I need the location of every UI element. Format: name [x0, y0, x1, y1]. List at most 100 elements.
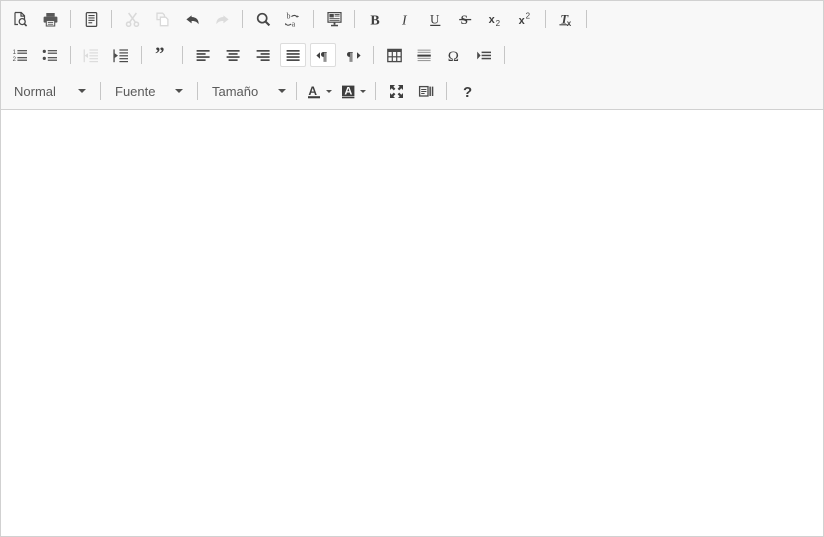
toolbar-group-insert: Ω — [379, 43, 499, 67]
superscript-button[interactable]: x 2 — [512, 7, 538, 31]
toolbar-separator — [141, 46, 142, 64]
remove-format-icon[interactable]: T x — [553, 7, 579, 31]
table-icon[interactable] — [381, 43, 407, 67]
svg-text:x: x — [488, 14, 495, 26]
toolbar-separator — [111, 10, 112, 28]
toolbar-group-indent — [76, 43, 136, 67]
show-blocks-icon[interactable] — [413, 79, 439, 103]
font-family-label: Fuente — [115, 83, 156, 99]
strike-button[interactable]: S — [452, 7, 478, 31]
svg-text:a: a — [291, 19, 295, 28]
help-icon[interactable]: ? — [454, 79, 480, 103]
svg-text:A: A — [308, 84, 317, 98]
toolbar-group-editing: b a — [248, 7, 308, 31]
find-icon[interactable] — [250, 7, 276, 31]
special-character-icon[interactable]: Ω — [441, 43, 467, 67]
align-center-icon[interactable] — [220, 43, 246, 67]
undo-icon[interactable] — [179, 7, 205, 31]
chevron-down-icon — [360, 89, 366, 93]
underline-button[interactable]: U — [422, 7, 448, 31]
toolbar-separator — [197, 82, 198, 100]
paragraph-format-dropdown[interactable]: Normal — [7, 78, 93, 104]
paragraph-format-label: Normal — [14, 83, 56, 99]
toolbar-group-font: Fuente — [106, 78, 192, 104]
toolbar-separator — [296, 82, 297, 100]
svg-text:¶: ¶ — [320, 48, 327, 63]
toolbar-group-basic-styles: B I U S x 2 x 2 — [360, 7, 540, 31]
bold-button[interactable]: B — [362, 7, 388, 31]
toolbar-group-styles: Normal — [5, 78, 95, 104]
toolbar-group-paste — [319, 7, 349, 31]
blockquote-icon[interactable]: ” — [149, 43, 175, 67]
toolbar-separator — [446, 82, 447, 100]
svg-text:2: 2 — [12, 57, 16, 63]
horizontal-rule-icon[interactable] — [411, 43, 437, 67]
toolbar-separator — [182, 46, 183, 64]
svg-text:?: ? — [463, 84, 472, 100]
toolbar-group-remove-format: T x — [551, 7, 581, 31]
svg-text:A: A — [344, 85, 352, 97]
toolbar-group-about: ? — [452, 79, 482, 103]
toolbar-group-templates — [76, 7, 106, 31]
chevron-down-icon — [175, 89, 184, 93]
toolbar-group-direction: ¶ ¶ — [308, 43, 368, 67]
toolbar-row-3: Normal Fuente Tamaño A A ? — [1, 73, 823, 109]
toolbar-separator — [70, 46, 71, 64]
cut-icon — [119, 7, 145, 31]
toolbar-group-blockquote: ” — [147, 43, 177, 67]
toolbar-separator — [373, 46, 374, 64]
toolbar-separator — [100, 82, 101, 100]
page-break-icon[interactable] — [471, 43, 497, 67]
italic-button[interactable]: I — [392, 7, 418, 31]
text-color-button[interactable]: A — [303, 78, 335, 104]
editor-content-area[interactable] — [1, 110, 823, 536]
print-icon[interactable] — [37, 7, 63, 31]
svg-text:Ω: Ω — [447, 49, 458, 64]
editor-toolbar: b a B I U S x 2 x 2 T x 1 2 ” ¶ ¶ Ω Norm… — [1, 1, 823, 110]
svg-text:x: x — [566, 19, 571, 28]
font-family-dropdown[interactable]: Fuente — [108, 78, 190, 104]
svg-text:x: x — [518, 15, 525, 27]
toolbar-group-colors: A A — [302, 78, 370, 104]
paste-from-word-icon[interactable] — [321, 7, 347, 31]
toolbar-group-fontsize: Tamaño — [203, 78, 291, 104]
text-direction-rtl-icon[interactable]: ¶ — [340, 43, 366, 67]
toolbar-separator — [70, 10, 71, 28]
toolbar-separator — [375, 82, 376, 100]
subscript-button[interactable]: x 2 — [482, 7, 508, 31]
svg-text:2: 2 — [495, 19, 500, 28]
toolbar-group-alignment — [188, 43, 308, 67]
background-color-button[interactable]: A — [337, 78, 369, 104]
preview-icon[interactable] — [7, 7, 33, 31]
align-justify-icon[interactable] — [280, 43, 306, 67]
svg-text:2: 2 — [525, 11, 530, 20]
maximize-icon[interactable] — [383, 79, 409, 103]
chevron-down-icon — [278, 89, 287, 93]
toolbar-separator — [504, 46, 505, 64]
replace-icon[interactable]: b a — [280, 7, 306, 31]
align-right-icon[interactable] — [250, 43, 276, 67]
svg-text:”: ” — [155, 47, 165, 64]
indent-icon[interactable] — [108, 43, 134, 67]
svg-text:U: U — [430, 11, 440, 26]
svg-text:¶: ¶ — [346, 48, 353, 63]
toolbar-separator — [354, 10, 355, 28]
bulleted-list-icon[interactable] — [37, 43, 63, 67]
text-color-icon: A — [308, 84, 320, 98]
toolbar-row-2: 1 2 ” ¶ ¶ Ω — [1, 37, 823, 73]
outdent-icon — [78, 43, 104, 67]
chevron-down-icon — [78, 89, 86, 93]
align-left-icon[interactable] — [190, 43, 216, 67]
font-size-dropdown[interactable]: Tamaño — [205, 78, 289, 104]
svg-text:1: 1 — [12, 50, 16, 56]
svg-text:B: B — [370, 13, 379, 28]
redo-icon — [209, 7, 235, 31]
text-direction-ltr-icon[interactable]: ¶ — [310, 43, 336, 67]
toolbar-group-lists: 1 2 — [5, 43, 65, 67]
toolbar-separator — [586, 10, 587, 28]
numbered-list-icon[interactable]: 1 2 — [7, 43, 33, 67]
templates-icon[interactable] — [78, 7, 104, 31]
toolbar-separator — [242, 10, 243, 28]
ckeditor-container: b a B I U S x 2 x 2 T x 1 2 ” ¶ ¶ Ω Norm… — [0, 0, 824, 537]
chevron-down-icon — [326, 89, 332, 93]
